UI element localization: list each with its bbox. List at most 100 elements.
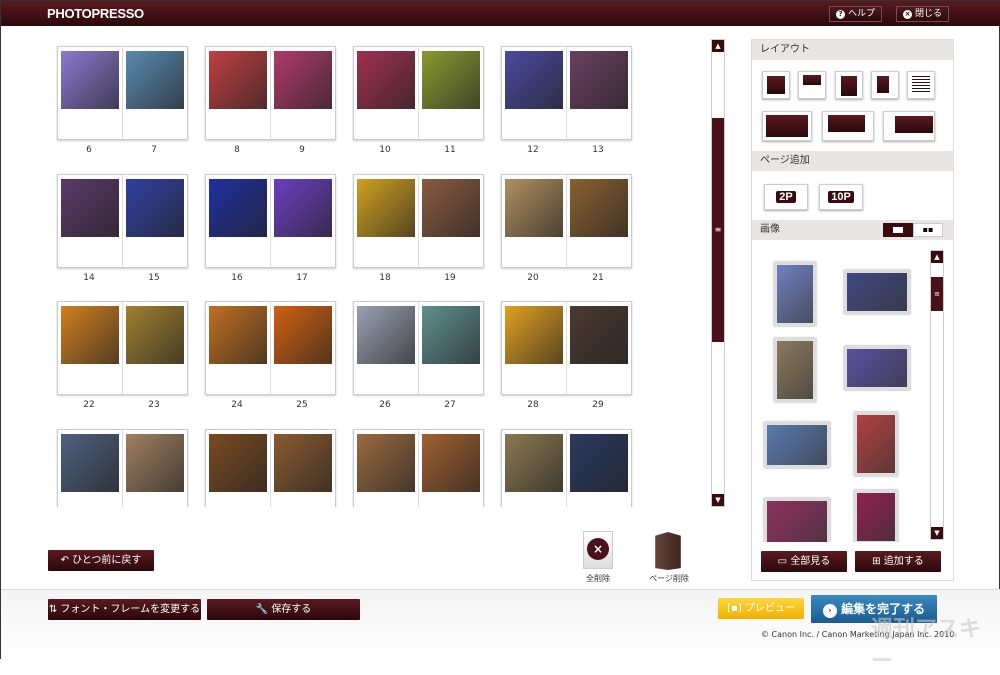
page[interactable] [123, 175, 188, 267]
page[interactable] [123, 430, 188, 508]
page[interactable] [206, 174, 271, 267]
single-view-toggle[interactable] [883, 223, 913, 237]
page[interactable] [419, 175, 484, 267]
layout-option[interactable] [762, 71, 790, 99]
scroll-thumb[interactable]: ≡ [712, 118, 724, 342]
page[interactable] [419, 430, 484, 508]
page-photo[interactable] [357, 433, 415, 492]
page-photo[interactable] [125, 178, 184, 237]
undo-button[interactable]: ↶ ひとつ前に戻す [48, 550, 154, 571]
page-photo[interactable] [61, 51, 119, 109]
page[interactable] [271, 302, 336, 394]
page-photo[interactable] [209, 433, 267, 492]
add-10p-button[interactable]: 10P [819, 184, 863, 210]
page-photo[interactable] [209, 51, 267, 109]
page[interactable] [354, 47, 419, 139]
spread[interactable] [501, 46, 632, 140]
layout-option[interactable] [835, 71, 863, 99]
spread[interactable] [57, 428, 188, 508]
save-button[interactable]: 🔧 保存する [207, 599, 360, 620]
image-thumbnail[interactable] [764, 422, 830, 468]
scroll-up-icon[interactable]: ▲ [712, 40, 724, 52]
page-photo[interactable] [357, 306, 415, 364]
add-2p-button[interactable]: 2P [764, 184, 808, 210]
preview-button[interactable]: [▪] プレビュー [718, 598, 804, 619]
page-photo[interactable] [505, 433, 563, 492]
add-image-button[interactable]: ⊞ 追加する [855, 551, 941, 572]
layout-option[interactable] [822, 111, 874, 141]
delete-all-button[interactable]: × [583, 531, 613, 569]
image-thumbnail[interactable] [854, 412, 898, 476]
page-photo[interactable] [357, 51, 415, 109]
image-thumbnail[interactable] [854, 490, 898, 542]
page-photo[interactable] [569, 51, 628, 109]
spread[interactable] [57, 173, 188, 268]
scroll-down-icon[interactable]: ▼ [931, 527, 943, 539]
spread[interactable] [57, 46, 188, 140]
layout-option-text[interactable] [907, 71, 935, 99]
page[interactable] [567, 47, 632, 139]
change-font-frame-button[interactable]: ⇅ フォント・フレームを変更する [48, 599, 201, 620]
page-photo[interactable] [421, 178, 480, 237]
page[interactable] [567, 430, 632, 508]
page[interactable] [123, 47, 188, 139]
page-photo[interactable] [61, 433, 119, 492]
page-photo[interactable] [505, 178, 563, 237]
page[interactable] [206, 47, 271, 139]
page[interactable] [271, 47, 336, 139]
spread[interactable] [57, 301, 188, 395]
spread[interactable] [205, 428, 336, 507]
page-photo[interactable] [505, 306, 563, 364]
page[interactable] [58, 429, 123, 507]
page-photo[interactable] [273, 306, 332, 364]
page-photo[interactable] [273, 178, 332, 237]
page-photo[interactable] [125, 306, 184, 364]
page-photo[interactable] [357, 178, 415, 237]
layout-option[interactable] [883, 111, 935, 141]
page[interactable] [271, 175, 336, 267]
page-photo[interactable] [505, 51, 563, 109]
page-photo[interactable] [569, 433, 628, 492]
spread[interactable] [205, 301, 336, 395]
spread[interactable] [501, 173, 632, 268]
page-photo[interactable] [209, 178, 267, 237]
image-thumbnail[interactable] [764, 498, 830, 542]
scroll-down-icon[interactable]: ▼ [712, 494, 724, 506]
page[interactable] [419, 47, 484, 139]
image-thumbnail[interactable] [774, 338, 816, 402]
page[interactable] [419, 302, 484, 394]
page[interactable] [354, 174, 419, 267]
page-photo[interactable] [273, 433, 332, 492]
page-photo[interactable] [569, 306, 628, 364]
spread[interactable] [353, 173, 484, 268]
page-photo[interactable] [421, 306, 480, 364]
page[interactable] [206, 429, 271, 507]
trash-icon[interactable] [655, 532, 681, 570]
help-button[interactable]: ? ヘルプ [829, 6, 883, 22]
page-photo[interactable] [273, 51, 332, 109]
page-photo[interactable] [421, 433, 480, 492]
image-thumbnail[interactable] [844, 270, 910, 314]
layout-option[interactable] [871, 71, 899, 99]
spread[interactable] [353, 301, 484, 395]
page[interactable] [502, 302, 567, 394]
page[interactable] [58, 174, 123, 267]
page[interactable] [123, 302, 188, 394]
page-photo[interactable] [125, 433, 184, 492]
scroll-thumb[interactable]: ≡ [931, 277, 943, 311]
spread[interactable] [501, 301, 632, 395]
grid-view-toggle[interactable]: ▪▪ [913, 223, 943, 237]
page-photo[interactable] [421, 51, 480, 109]
spread[interactable] [353, 46, 484, 140]
page[interactable] [58, 302, 123, 394]
page[interactable] [567, 175, 632, 267]
page[interactable] [206, 302, 271, 394]
spread[interactable] [353, 428, 484, 508]
spread[interactable] [205, 46, 336, 140]
page[interactable] [502, 174, 567, 267]
page[interactable] [354, 302, 419, 394]
page-photo[interactable] [569, 178, 628, 237]
spread[interactable] [501, 428, 632, 508]
page-photo[interactable] [61, 178, 119, 237]
page[interactable] [567, 302, 632, 394]
